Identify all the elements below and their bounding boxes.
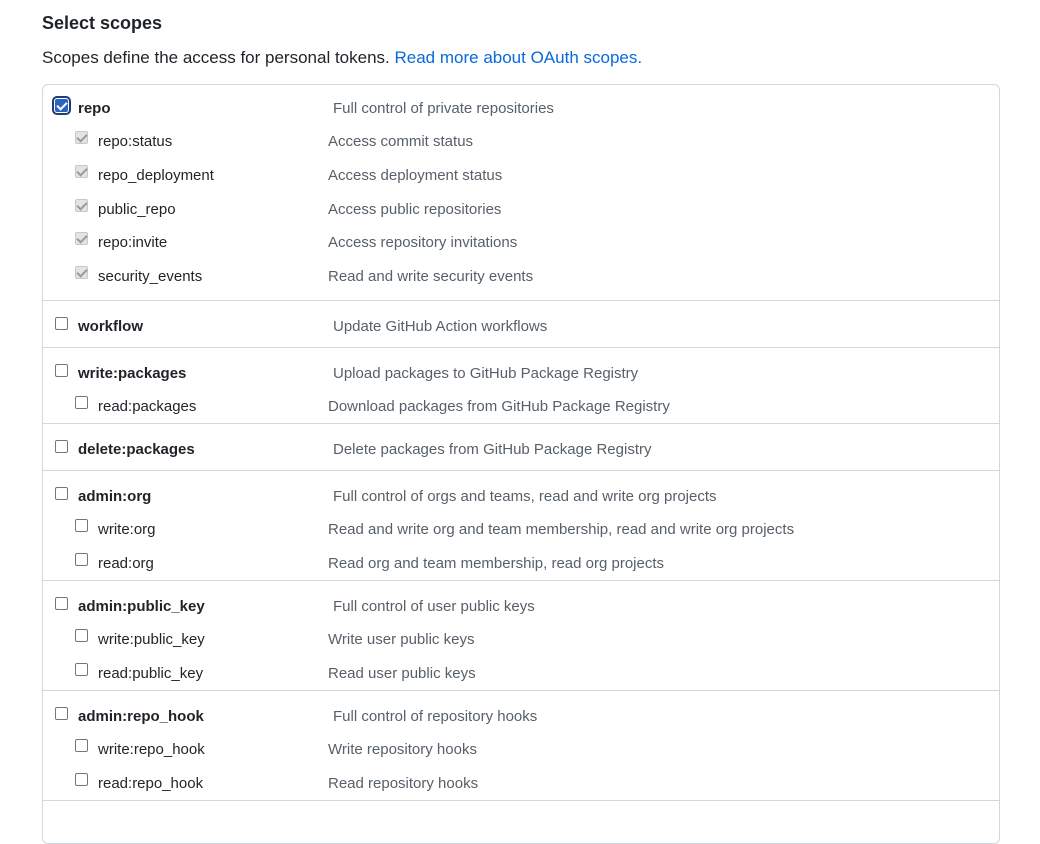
scope-description: Update GitHub Action workflows xyxy=(333,318,548,335)
scope-description: Upload packages to GitHub Package Regist… xyxy=(333,365,639,382)
scope-description: Write user public keys xyxy=(328,631,475,648)
scope-child-row: security_events Read and write security e… xyxy=(43,260,999,294)
scope-row-admin-public-key: admin:public_key Full control of user pub… xyxy=(43,589,999,623)
scope-group-admin-public-key: admin:public_key Full control of user pub… xyxy=(43,581,999,691)
scope-checkbox[interactable] xyxy=(75,519,88,532)
scope-description: Access commit status xyxy=(328,133,474,150)
scope-name: write:org xyxy=(98,521,156,538)
scope-name: write:public_key xyxy=(98,631,205,648)
scope-checkbox[interactable] xyxy=(75,629,88,642)
scope-description: Write repository hooks xyxy=(328,741,477,758)
scope-description: Read user public keys xyxy=(328,665,476,682)
scope-row-delete-packages: delete:packages Delete packages from GitH… xyxy=(43,432,999,466)
scope-name: security_events xyxy=(98,268,203,286)
oauth-scopes-link[interactable]: Read more about OAuth scopes. xyxy=(395,48,643,67)
scope-checkbox xyxy=(75,198,88,212)
scope-group-repo: repo Full control of private repositories… xyxy=(43,85,999,301)
scope-checkbox xyxy=(75,164,88,178)
scope-row-write-packages: write:packages Upload packages to GitHub … xyxy=(43,356,999,390)
scope-checkbox[interactable] xyxy=(75,663,88,676)
description-text: Scopes define the access for personal to… xyxy=(42,48,390,67)
scope-description: Full control of user public keys xyxy=(333,598,535,615)
scope-name: repo_deployment xyxy=(98,166,214,184)
scope-name: read:repo_hook xyxy=(98,775,204,792)
scope-description: Read and write security events xyxy=(328,268,534,286)
scope-name: repo:invite xyxy=(98,234,168,252)
scope-description: Read and write org and team membership, … xyxy=(328,521,795,538)
scope-child-row: public_repo Access public repositories xyxy=(43,193,999,227)
scope-checkbox-write-packages[interactable] xyxy=(55,364,68,377)
scope-child-row: write:public_key Write user public keys xyxy=(43,623,999,657)
scope-checkbox-delete-packages[interactable] xyxy=(55,440,68,453)
scope-checkbox-admin-public-key[interactable] xyxy=(55,597,68,610)
scope-description: Full control of private repositories xyxy=(333,100,554,117)
scope-checkbox-workflow[interactable] xyxy=(55,317,68,330)
scope-checkbox[interactable] xyxy=(75,739,88,752)
scope-group-delete-packages: delete:packages Delete packages from GitH… xyxy=(43,424,999,471)
scope-checkbox xyxy=(75,232,88,246)
scope-child-row: read:org Read org and team membership, re… xyxy=(43,547,999,581)
scope-name: repo xyxy=(78,100,111,117)
scope-name: admin:public_key xyxy=(78,598,205,615)
scope-checkbox-admin-org[interactable] xyxy=(55,487,68,500)
scope-group-workflow: workflow Update GitHub Action workflows xyxy=(43,301,999,348)
scope-checkbox[interactable] xyxy=(75,773,88,786)
scope-checkbox[interactable] xyxy=(75,396,88,409)
scope-description: Full control of orgs and teams, read and… xyxy=(333,488,717,505)
scope-group-admin-repo-hook: admin:repo_hook Full control of repositor… xyxy=(43,691,999,801)
scope-row-admin-org: admin:org Full control of orgs and teams,… xyxy=(43,479,999,513)
scope-description: Delete packages from GitHub Package Regi… xyxy=(333,441,652,458)
scope-description: Access repository invitations xyxy=(328,234,518,252)
scope-name: repo:status xyxy=(98,133,173,150)
scope-child-row: read:packages Download packages from GitH… xyxy=(43,390,999,424)
scope-row-workflow: workflow Update GitHub Action workflows xyxy=(43,309,999,343)
scope-description: Access deployment status xyxy=(328,166,503,184)
scope-child-row: repo:status Access commit status xyxy=(43,125,999,159)
scope-child-row: read:public_key Read user public keys xyxy=(43,657,999,691)
scope-name: admin:org xyxy=(78,488,152,505)
scope-description: Full control of repository hooks xyxy=(333,708,538,725)
scope-description: Access public repositories xyxy=(328,200,502,218)
scope-name: workflow xyxy=(78,318,144,335)
scope-description: Download packages from GitHub Package Re… xyxy=(328,398,670,415)
scope-name: read:packages xyxy=(98,398,197,415)
scope-description: Read org and team membership, read org p… xyxy=(328,555,665,572)
scope-checkbox-admin-repo-hook[interactable] xyxy=(55,707,68,720)
scope-child-row: repo:invite Access repository invitations xyxy=(43,226,999,260)
scope-name: read:org xyxy=(98,555,154,572)
scope-checkbox xyxy=(75,266,88,280)
scope-name: read:public_key xyxy=(98,665,204,682)
scope-checkbox xyxy=(75,131,88,144)
page-title: Select scopes xyxy=(42,13,163,33)
scope-row-repo: repo Full control of private repositories xyxy=(43,91,999,125)
scope-row-admin-repo-hook: admin:repo_hook Full control of repositor… xyxy=(43,699,999,733)
scope-child-row: write:org Read and write org and team mem… xyxy=(43,513,999,547)
scope-group-write-packages: write:packages Upload packages to GitHub … xyxy=(43,348,999,424)
scope-group-admin-org: admin:org Full control of orgs and teams,… xyxy=(43,471,999,581)
scope-checkbox[interactable] xyxy=(75,553,88,566)
scope-checkbox-repo[interactable] xyxy=(52,96,71,115)
scope-name: public_repo xyxy=(98,200,176,218)
scope-child-row: write:repo_hook Write repository hooks xyxy=(43,733,999,767)
scopes-description: Scopes define the access for personal to… xyxy=(42,48,642,68)
scope-description: Read repository hooks xyxy=(328,775,479,792)
scope-child-row: read:repo_hook Read repository hooks xyxy=(43,767,999,801)
scope-name: delete:packages xyxy=(78,441,195,458)
scope-name: admin:repo_hook xyxy=(78,708,204,725)
scope-name: write:repo_hook xyxy=(98,741,205,758)
scope-child-row: repo_deployment Access deployment status xyxy=(43,159,999,193)
scope-list: repo Full control of private repositories… xyxy=(42,84,1000,844)
scope-name: write:packages xyxy=(78,365,187,382)
